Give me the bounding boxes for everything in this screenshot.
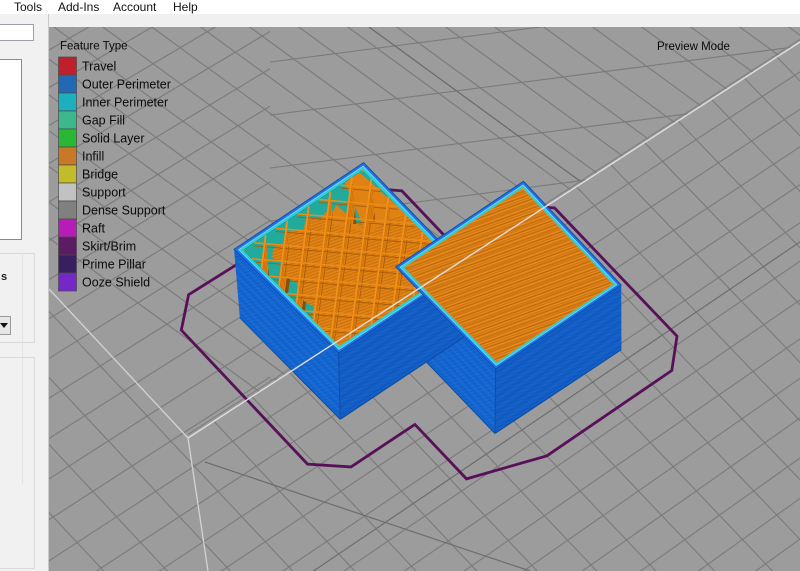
svg-text:Outer Perimeter: Outer Perimeter — [82, 78, 171, 92]
svg-text:Prime Pillar: Prime Pillar — [82, 258, 146, 272]
svg-text:Support: Support — [82, 186, 126, 200]
svg-text:Skirt/Brim: Skirt/Brim — [82, 240, 136, 254]
svg-text:Feature Type: Feature Type — [60, 41, 128, 53]
svg-text:Bridge: Bridge — [82, 168, 118, 182]
svg-text:Inner Perimeter: Inner Perimeter — [82, 96, 168, 110]
svg-text:Preview Mode: Preview Mode — [657, 41, 730, 53]
svg-text:Raft: Raft — [82, 222, 105, 236]
svg-text:Ooze Shield: Ooze Shield — [82, 276, 150, 290]
svg-text:Solid Layer: Solid Layer — [82, 132, 145, 146]
svg-text:Infill: Infill — [82, 150, 104, 164]
svg-text:Gap Fill: Gap Fill — [82, 114, 125, 128]
svg-text:Travel: Travel — [82, 60, 116, 74]
svg-text:Dense Support: Dense Support — [82, 204, 166, 218]
